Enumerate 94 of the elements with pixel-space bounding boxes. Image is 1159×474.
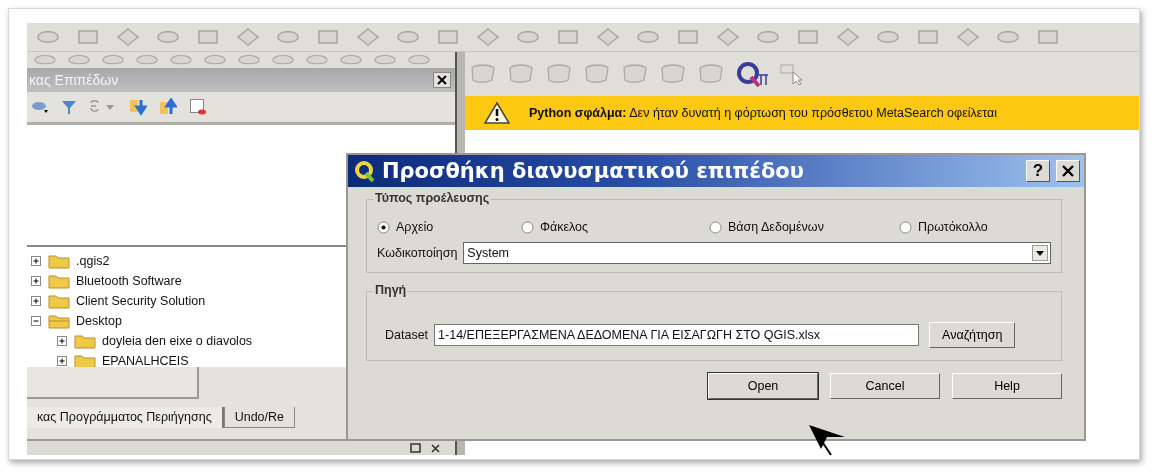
- toolbar-icon[interactable]: [675, 27, 701, 47]
- dataset-label: Dataset: [385, 328, 429, 342]
- group-title: Τύπος προέλευσης: [373, 191, 492, 205]
- toolbar-icon[interactable]: [583, 62, 611, 86]
- toolbar-icon[interactable]: [135, 52, 159, 66]
- expand-icon[interactable]: [31, 295, 42, 307]
- expand-icon[interactable]: [57, 355, 68, 367]
- toolbar-icon[interactable]: [1035, 27, 1061, 47]
- toolbar-icon[interactable]: [305, 52, 329, 66]
- toolbar-icon[interactable]: [555, 27, 581, 47]
- radio-option[interactable]: Βάση Δεδομένων: [709, 220, 899, 234]
- toolbar-icon[interactable]: [203, 52, 227, 66]
- radio-option[interactable]: Πρωτόκολλο: [899, 220, 1043, 234]
- encoding-dropdown[interactable]: System: [463, 242, 1051, 264]
- expand-icon[interactable]: [31, 255, 42, 267]
- scrollbar[interactable]: [27, 367, 199, 399]
- close-button[interactable]: [1056, 160, 1080, 182]
- browse-button[interactable]: Αναζήτηση: [929, 322, 1016, 348]
- toolbar-icon[interactable]: [697, 62, 725, 86]
- eye-icon[interactable]: [31, 100, 49, 114]
- dialog-button[interactable]: Open: [708, 373, 818, 399]
- toolbar-icon[interactable]: [315, 27, 341, 47]
- radio-button[interactable]: [709, 220, 722, 234]
- tree-item[interactable]: doyleia den eixe o diavolos: [102, 334, 253, 348]
- toolbar-icon[interactable]: [237, 52, 261, 66]
- collapse-icon[interactable]: [31, 315, 42, 327]
- radio-button[interactable]: [899, 220, 912, 234]
- dataset-field[interactable]: 1-14/ΕΠΕΞΕΡΓΑΣΜΕΝΑ ΔΕΔΟΜΕΝΑ ΓΙΑ ΕΙΣΑΓΩΓΗ ΣΤΟ QGIS.xlsx: [434, 324, 920, 346]
- radio-button[interactable]: [521, 220, 534, 234]
- panel-tab[interactable]: κας Προγράμματος Περιήγησης: [27, 407, 224, 428]
- encoding-label: Κωδικοποίηση: [377, 246, 458, 260]
- toolbar-icon[interactable]: [595, 27, 621, 47]
- toolbar-icon[interactable]: [271, 52, 295, 66]
- toolbar-icon[interactable]: [469, 62, 497, 86]
- panel-tab[interactable]: Undo/Re: [223, 407, 295, 428]
- toolbar-icon[interactable]: [795, 27, 821, 47]
- panel-title: κας Επιπέδων: [29, 72, 119, 88]
- dialog-button[interactable]: Cancel: [830, 373, 940, 399]
- help-button[interactable]: ?: [1026, 160, 1050, 182]
- toolbar-icon[interactable]: [235, 27, 261, 47]
- toolbar-icon[interactable]: [373, 52, 397, 66]
- float-icon[interactable]: [410, 442, 422, 454]
- toolbar-icon[interactable]: [955, 27, 981, 47]
- expand-icon[interactable]: [31, 275, 42, 287]
- toolbar-icon[interactable]: [915, 27, 941, 47]
- tree-item[interactable]: Desktop: [76, 314, 122, 328]
- tree-item[interactable]: Bluetooth Software: [76, 274, 182, 288]
- toolbar-icon[interactable]: [339, 52, 363, 66]
- folder-icon: [48, 293, 70, 309]
- toolbar-icon[interactable]: [715, 27, 741, 47]
- tree-item[interactable]: .qgis2: [76, 254, 110, 268]
- toolbar-icon[interactable]: [33, 52, 57, 66]
- toolbar-icon[interactable]: [115, 27, 141, 47]
- expand-icon[interactable]: [57, 335, 68, 347]
- toolbar-icon[interactable]: [169, 52, 193, 66]
- toolbar-icon[interactable]: [659, 62, 687, 86]
- toolbar-icon[interactable]: [195, 27, 221, 47]
- expression-icon[interactable]: [89, 99, 117, 115]
- folder-icon: [74, 333, 96, 349]
- remove-layer-icon[interactable]: [189, 98, 207, 116]
- q-logo-icon[interactable]: [735, 59, 769, 89]
- toolbar-icon[interactable]: [75, 27, 101, 47]
- toolbar-icon[interactable]: [835, 27, 861, 47]
- collapse-all-icon[interactable]: [159, 98, 177, 116]
- toolbar-icon[interactable]: [507, 62, 535, 86]
- folder-icon: [48, 253, 70, 269]
- toolbar-icon[interactable]: [407, 52, 431, 66]
- toolbar-icon[interactable]: [355, 27, 381, 47]
- expand-all-icon[interactable]: [129, 98, 147, 116]
- tree-item[interactable]: Client Security Solution: [76, 294, 206, 308]
- dialog-title: Προσθήκη διανυσματικού επιπέδου: [382, 159, 805, 183]
- toolbar-icon[interactable]: [545, 62, 573, 86]
- toolbar-icon[interactable]: [67, 52, 91, 66]
- cursor-icon: [807, 423, 847, 457]
- dialog-button[interactable]: Help: [952, 373, 1062, 399]
- folder-icon: [48, 313, 70, 329]
- pointer-icon[interactable]: [779, 62, 805, 86]
- error-message: Python σφάλμα: Δεν ήταν δυνατή η φόρτωση του πρόσθετου MetaSearch οφείλεται: [529, 106, 998, 120]
- toolbar-icon[interactable]: [621, 62, 649, 86]
- warning-icon: [483, 101, 511, 125]
- toolbar-icon[interactable]: [101, 52, 125, 66]
- toolbar-icon[interactable]: [475, 27, 501, 47]
- radio-option[interactable]: Αρχείο: [377, 220, 521, 234]
- close-icon[interactable]: [430, 442, 441, 454]
- radio-option[interactable]: Φάκελος: [521, 220, 665, 234]
- filter-icon[interactable]: [61, 99, 77, 115]
- folder-icon: [48, 273, 70, 289]
- radio-button[interactable]: [377, 220, 390, 234]
- app-logo-icon: [354, 159, 376, 183]
- toolbar-icon[interactable]: [435, 27, 461, 47]
- close-icon: [1061, 164, 1075, 178]
- close-icon[interactable]: [433, 72, 451, 88]
- group-title: Πηγή: [373, 283, 409, 297]
- tree-item[interactable]: EPANALHCEIS: [102, 354, 189, 367]
